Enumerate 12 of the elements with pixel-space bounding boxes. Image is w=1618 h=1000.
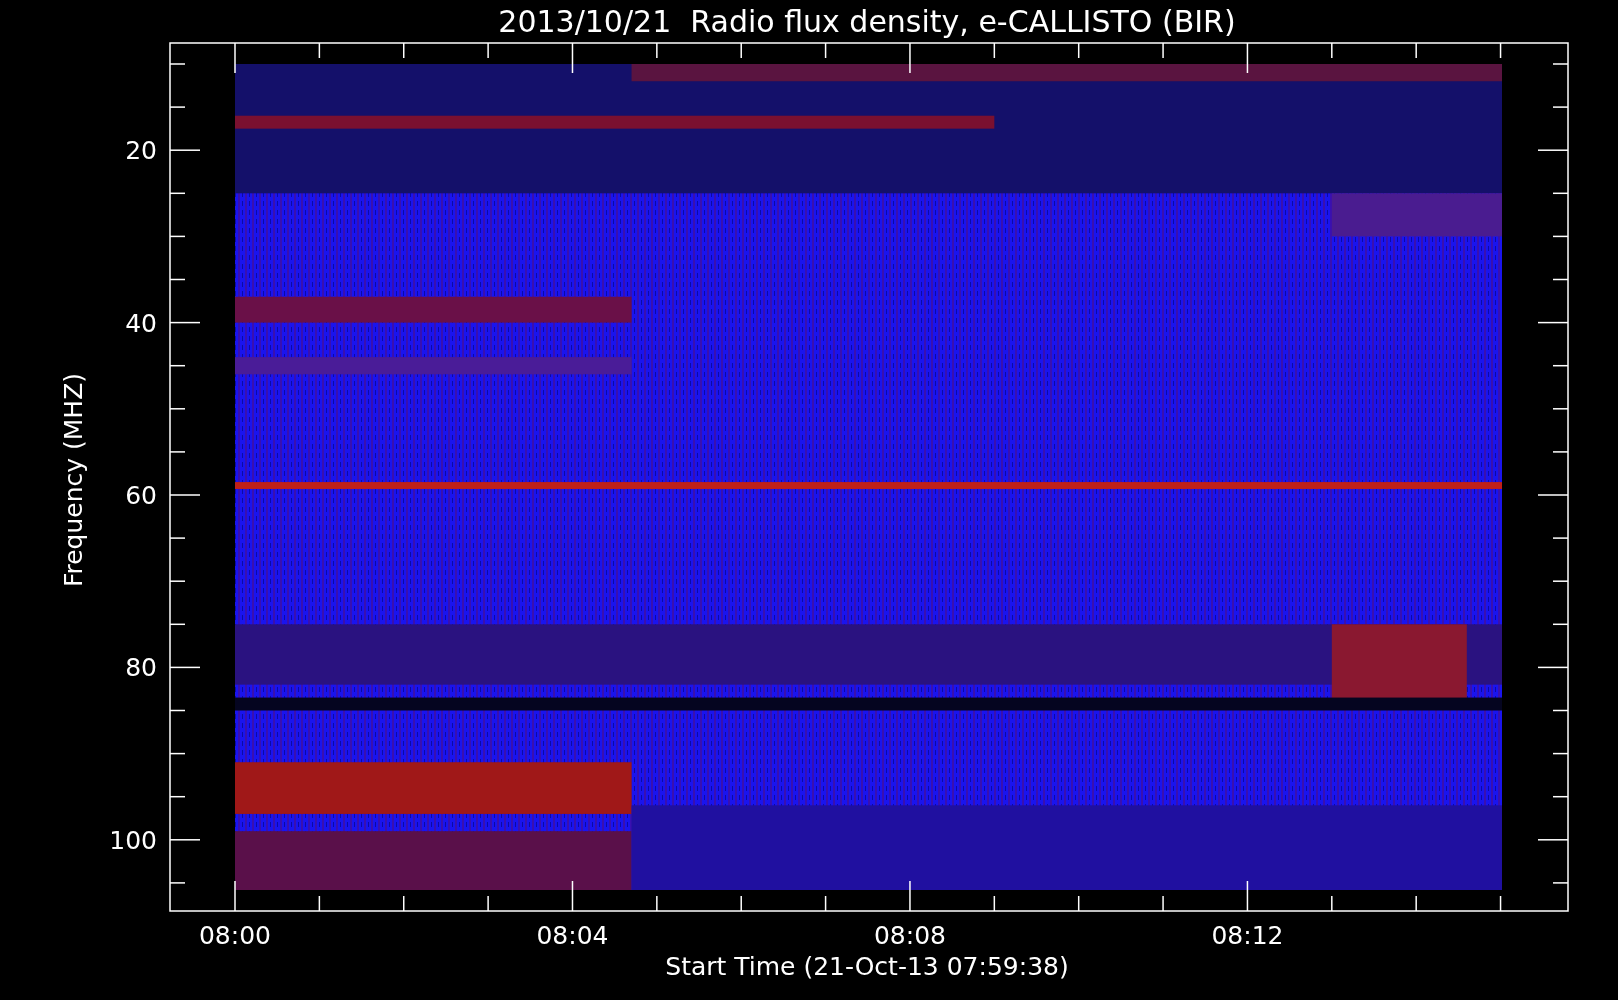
y-tick-label: 100 [109, 825, 157, 855]
y-axis-label: Frequency (MHZ) [59, 372, 88, 588]
x-tick-label: 08:00 [199, 921, 271, 950]
y-tick-label: 60 [125, 481, 157, 510]
y-tick-label: 20 [125, 136, 157, 166]
x-tick-label: 08:08 [873, 921, 946, 950]
x-tick-label: 08:12 [1211, 921, 1284, 950]
x-tick-label: 08:04 [536, 921, 609, 950]
y-tick-label: 40 [125, 308, 157, 338]
chart-title: 2013/10/21 Radio flux density, e-CALLISTO (BIR) [498, 4, 1236, 39]
y-tick-label: 80 [125, 653, 157, 683]
x-axis-label: Start Time (21-Oct-13 07:59:38) [665, 952, 1069, 981]
